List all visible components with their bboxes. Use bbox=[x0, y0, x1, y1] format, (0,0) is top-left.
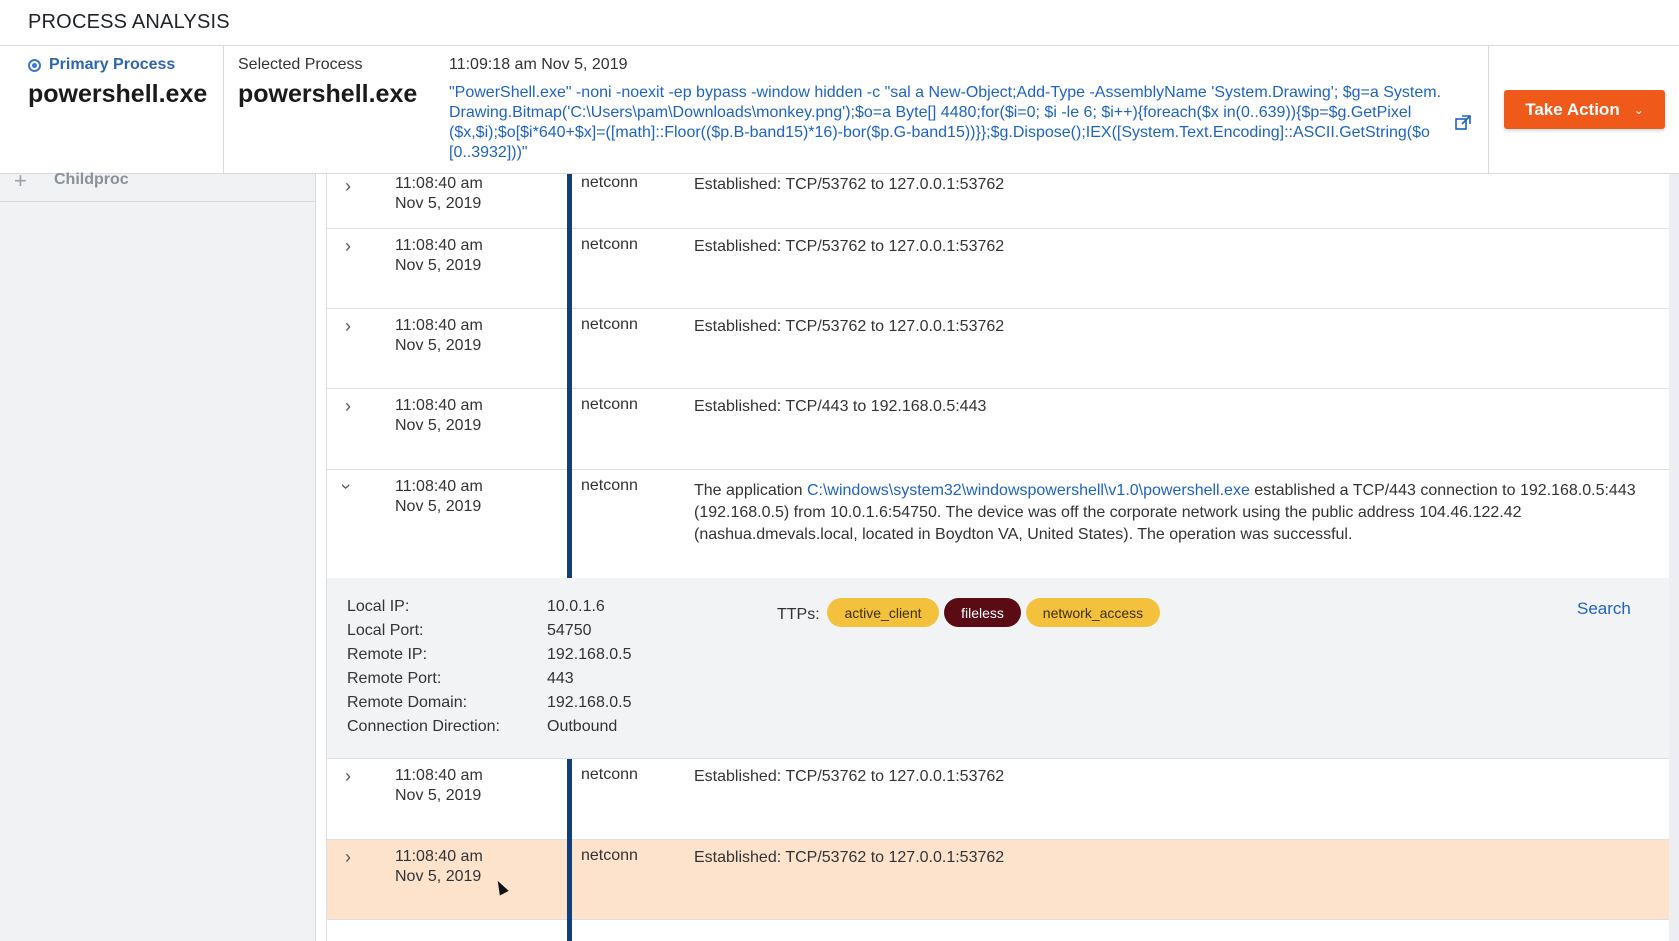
page-title: PROCESS ANALYSIS bbox=[28, 11, 230, 33]
event-type: netconn bbox=[581, 396, 638, 413]
event-description: Established: TCP/53762 to 127.0.0.1:5376… bbox=[694, 849, 1005, 866]
primary-process-panel: Primary Process powershell.exe bbox=[0, 46, 224, 174]
event-row[interactable]: › 11:08:40 am Nov 5, 2019 netconn Establi… bbox=[327, 229, 1669, 309]
primary-process-name[interactable]: powershell.exe bbox=[28, 80, 207, 109]
event-description: Established: TCP/53762 to 127.0.0.1:5376… bbox=[694, 176, 1005, 193]
chevron-right-icon[interactable]: › bbox=[345, 316, 351, 337]
ttp-badge-fileless[interactable]: fileless bbox=[944, 598, 1021, 627]
event-row[interactable]: › 11:08:40 am Nov 5, 2019 netconn Establi… bbox=[327, 174, 1669, 229]
event-time: 11:08:40 am Nov 5, 2019 bbox=[395, 175, 483, 212]
timeline-bar bbox=[567, 229, 572, 309]
detail-field: Local IP: 10.0.1.6 bbox=[347, 598, 605, 615]
target-icon bbox=[28, 58, 41, 72]
ttp-badge-active-client[interactable]: active_client bbox=[827, 598, 939, 627]
event-list: › 11:08:40 am Nov 5, 2019 netconn Establi… bbox=[326, 174, 1669, 941]
event-time: 11:08:40 am Nov 5, 2019 bbox=[395, 848, 483, 885]
event-row-highlighted[interactable]: › 11:08:40 am Nov 5, 2019 netconn Establi… bbox=[327, 840, 1669, 920]
event-time: 11:08:40 am Nov 5, 2019 bbox=[395, 478, 483, 515]
chevron-down-icon: ⌄ bbox=[1633, 102, 1644, 117]
event-type: netconn bbox=[581, 316, 638, 333]
event-description: Established: TCP/53762 to 127.0.0.1:5376… bbox=[694, 238, 1005, 255]
event-row[interactable]: › 11:08:40 am Nov 5, 2019 netconn Establi… bbox=[327, 389, 1669, 470]
event-type: netconn bbox=[581, 766, 638, 783]
ttp-badge-network-access[interactable]: network_access bbox=[1026, 598, 1160, 627]
timeline-bar bbox=[567, 174, 572, 229]
event-row[interactable] bbox=[327, 920, 1669, 941]
chevron-right-icon[interactable]: › bbox=[345, 847, 351, 868]
childproc-filter[interactable]: + Childproc bbox=[0, 168, 316, 202]
event-type: netconn bbox=[581, 174, 638, 191]
primary-process-label: Primary Process bbox=[28, 56, 175, 74]
detail-field: Remote IP: 192.168.0.5 bbox=[347, 646, 632, 663]
detail-field: Connection Direction: Outbound bbox=[347, 718, 618, 735]
search-link[interactable]: Search bbox=[1577, 599, 1631, 619]
process-timestamp: 11:09:18 am Nov 5, 2019 bbox=[449, 56, 628, 73]
selected-process-label: Selected Process bbox=[238, 56, 363, 73]
process-path-link[interactable]: C:\windows\system32\windowspowershell\v1… bbox=[807, 482, 1250, 499]
event-detail-panel: Local IP: 10.0.1.6 Local Port: 54750 Remot… bbox=[327, 578, 1669, 759]
timeline-bar bbox=[567, 470, 572, 578]
chevron-right-icon[interactable]: › bbox=[345, 766, 351, 787]
selected-process-name: powershell.exe bbox=[238, 80, 418, 108]
scrollbar[interactable] bbox=[1669, 174, 1679, 941]
sidebar: + Childproc bbox=[0, 168, 316, 941]
event-description: Established: TCP/53762 to 127.0.0.1:5376… bbox=[694, 318, 1005, 335]
take-action-label: Take Action bbox=[1525, 99, 1620, 119]
timeline-bar bbox=[567, 389, 572, 470]
event-description: Established: TCP/443 to 192.168.0.5:443 bbox=[694, 398, 987, 415]
timeline-bar bbox=[567, 309, 572, 389]
detail-field: Remote Port: 443 bbox=[347, 670, 574, 687]
chevron-right-icon[interactable]: › bbox=[345, 236, 351, 257]
event-time: 11:08:40 am Nov 5, 2019 bbox=[395, 397, 483, 434]
event-type: netconn bbox=[581, 236, 638, 253]
childproc-label: Childproc bbox=[54, 171, 129, 188]
process-header: Primary Process powershell.exe Selected … bbox=[0, 46, 1679, 174]
chevron-right-icon[interactable]: › bbox=[345, 396, 351, 417]
selected-process-panel: Selected Process powershell.exe 11:09:18… bbox=[224, 46, 1489, 174]
event-description: Established: TCP/53762 to 127.0.0.1:5376… bbox=[694, 768, 1005, 785]
primary-process-label-text: Primary Process bbox=[49, 56, 176, 73]
timeline-bar bbox=[567, 920, 572, 941]
event-time: 11:08:40 am Nov 5, 2019 bbox=[395, 317, 483, 354]
timeline-bar bbox=[567, 759, 572, 840]
plus-icon[interactable]: + bbox=[14, 168, 27, 194]
event-type: netconn bbox=[581, 847, 638, 864]
ttps-label: TTPs: bbox=[777, 606, 820, 623]
detail-field: Local Port: 54750 bbox=[347, 622, 592, 639]
chevron-down-icon[interactable]: › bbox=[336, 484, 357, 490]
event-type: netconn bbox=[581, 477, 638, 494]
detail-field: Remote Domain: 192.168.0.5 bbox=[347, 694, 632, 711]
timeline-bar bbox=[567, 840, 572, 920]
event-row[interactable]: › 11:08:40 am Nov 5, 2019 netconn Establi… bbox=[327, 309, 1669, 389]
event-description: The application C:\windows\system32\wind… bbox=[694, 482, 1636, 543]
chevron-right-icon[interactable]: › bbox=[345, 176, 351, 197]
event-time: 11:08:40 am Nov 5, 2019 bbox=[395, 237, 483, 274]
event-row[interactable]: › 11:08:40 am Nov 5, 2019 netconn Establi… bbox=[327, 759, 1669, 840]
external-link-icon[interactable] bbox=[1454, 114, 1472, 132]
take-action-button[interactable]: Take Action ⌄ bbox=[1504, 90, 1665, 129]
title-bar: PROCESS ANALYSIS bbox=[0, 0, 1679, 46]
command-line: "PowerShell.exe" -noni -noexit -ep bypas… bbox=[449, 84, 1442, 161]
event-time: 11:08:40 am Nov 5, 2019 bbox=[395, 767, 483, 804]
event-row-expanded[interactable]: › 11:08:40 am Nov 5, 2019 netconn The app… bbox=[327, 470, 1669, 578]
